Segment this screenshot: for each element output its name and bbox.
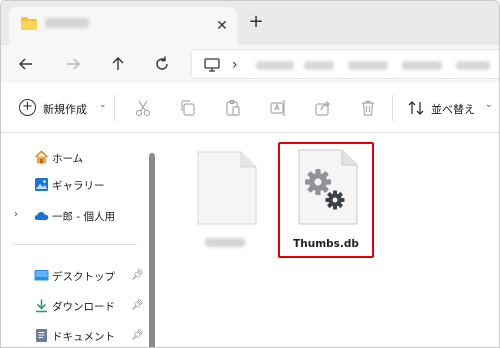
rename-button[interactable] [268,98,288,118]
sidebar-item-gallery[interactable]: ギャラリー [1,173,147,197]
trash-icon [362,100,374,116]
back-button[interactable] [15,53,37,75]
sidebar-item-onedrive[interactable]: › 一郎 - 個人用 [1,204,147,228]
sidebar-item-label: ホーム [52,153,84,165]
this-pc-icon [204,58,220,72]
documents-icon [36,329,47,342]
sort-button-label: 並べ替え [431,103,475,116]
plus-icon: + [19,99,36,116]
sidebar-item-label: 一郎 - 個人用 [52,211,115,223]
folder-icon [21,17,37,30]
scissors-icon [135,100,151,117]
chevron-down-icon: ⌄ [485,100,493,110]
file-explorer-window: ✕ + › + 新規作成 ⌄ 並べ替え ⌄ ホーム ギャラリー › 一郎 - 個… [0,0,500,348]
sidebar-scrollbar[interactable] [149,153,155,347]
forward-button[interactable] [62,53,84,75]
download-icon [36,299,47,313]
up-button[interactable] [107,53,129,75]
toolbar-divider [392,95,393,121]
breadcrumb-blurred [304,61,334,70]
sidebar-item-label: ダウンロード [52,301,115,313]
sidebar-item-desktop[interactable]: デスクトップ 📌︎ [1,264,147,288]
sidebar-item-downloads[interactable]: ダウンロード 📌︎ [1,294,147,318]
share-button[interactable] [313,98,333,118]
file-name-blurred [205,238,245,247]
gallery-icon [35,178,48,191]
breadcrumb-blurred [402,61,442,70]
arrow-left-icon [19,58,32,70]
sidebar-item-label: ドキュメント [52,331,115,343]
tab-title-blurred [45,18,89,28]
paste-button[interactable] [223,98,243,118]
navigation-pane: ホーム ギャラリー › 一郎 - 個人用 デスクトップ 📌︎ ダウンロード 📌︎… [1,134,147,347]
pin-icon[interactable]: 📌︎ [131,300,144,312]
copy-icon [181,100,195,116]
refresh-button[interactable] [151,53,173,75]
sort-icon [408,101,424,115]
sidebar-divider [13,244,137,245]
file-item[interactable] [191,147,267,257]
breadcrumb-blurred [456,61,490,70]
sidebar-item-documents[interactable]: ドキュメント 📌︎ [1,324,147,347]
selection-highlight [278,142,374,258]
breadcrumb-blurred [256,61,294,70]
desktop-icon [34,270,49,281]
explorer-tab[interactable]: ✕ [9,7,237,45]
refresh-icon [156,56,168,70]
tab-strip: ✕ + [1,1,499,45]
sidebar-item-home[interactable]: ホーム [1,146,147,170]
arrow-up-icon [112,57,124,70]
expand-chevron-icon[interactable]: › [14,209,18,220]
rename-icon [270,100,286,116]
chevron-down-icon: ⌄ [99,100,107,110]
navigation-bar: › [1,45,499,83]
close-tab-icon[interactable]: ✕ [214,18,230,34]
delete-button[interactable] [358,98,378,118]
toolbar-divider [114,95,115,121]
clipboard-icon [226,99,240,116]
sidebar-item-label: ギャラリー [52,180,105,192]
new-tab-button[interactable]: + [247,13,265,31]
address-bar[interactable]: › [191,49,499,79]
command-bar: + 新規作成 ⌄ 並べ替え ⌄ [1,83,499,133]
cut-button[interactable] [133,98,153,118]
breadcrumb-separator: › [232,57,238,73]
home-icon [35,150,48,164]
arrow-right-icon [67,58,80,70]
copy-button[interactable] [178,98,198,118]
cloud-icon [34,211,49,220]
pin-icon[interactable]: 📌︎ [131,330,144,342]
share-icon [315,101,330,116]
document-icon [197,151,257,225]
pin-icon[interactable]: 📌︎ [131,270,144,282]
breadcrumb-blurred [348,61,388,70]
sidebar-item-label: デスクトップ [52,271,115,283]
new-button-label: 新規作成 [43,103,87,116]
